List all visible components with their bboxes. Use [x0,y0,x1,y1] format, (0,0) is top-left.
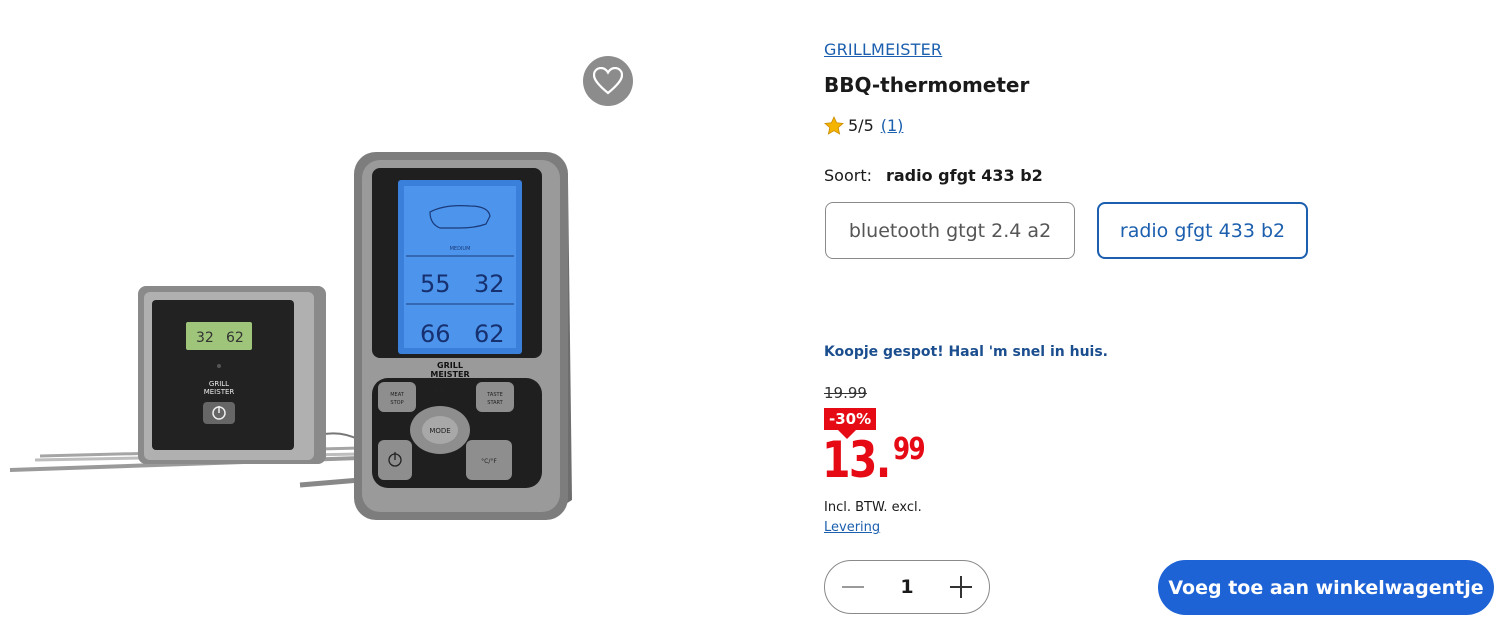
lcd-current-temp-2: 62 [474,320,505,348]
increase-quantity-button[interactable] [947,573,975,601]
btn-stop-label: STOP [390,400,403,406]
heart-outline-icon [593,67,623,95]
rating-value: 5/5 [848,116,874,135]
quantity-stepper: 1 [824,560,990,614]
star-icon [824,116,844,135]
quantity-value[interactable]: 1 [887,576,927,598]
remote-brand-1: GRILL [209,380,229,388]
btn-meat-label: MEAT [390,392,405,398]
favorite-button[interactable] [583,56,633,106]
price-main: 13. [822,431,891,489]
product-title: BBQ-thermometer [824,73,1030,97]
lcd-medium: MEDIUM [450,246,471,252]
decrease-quantity-button[interactable] [839,573,867,601]
btn-start-label: START [487,400,503,406]
minus-icon [842,586,864,588]
delivery-link[interactable]: Levering [824,520,880,535]
brand-link[interactable]: GRILLMEISTER [824,40,942,59]
device-brand-2: MEISTER [430,370,469,379]
remote-temp-1: 32 [196,330,214,346]
btn-taste-label: TASTE [486,392,502,398]
lcd-target-temp: 55 [420,270,451,298]
price-cents: 99 [892,432,926,467]
btn-cf-label: °C/°F [481,458,497,465]
variant-row: Soort: radio gfgt 433 b2 [824,166,1043,185]
promo-text: Koopje gespot! Haal 'm snel in huis. [824,344,1108,360]
product-image: 32 62 GRILL MEISTER MEDIUM 55 32 66 62 G… [0,152,660,540]
remote-brand-2: MEISTER [204,388,235,396]
product-image-area: 32 62 GRILL MEISTER MEDIUM 55 32 66 62 G… [0,0,660,640]
lcd-current-temp: 32 [474,270,505,298]
btn-mode-label: MODE [429,427,450,435]
discount-badge: -30% [824,408,877,430]
add-to-cart-button[interactable]: Voeg toe aan winkelwagentje [1158,560,1494,615]
rating: 5/5 (1) [824,116,903,135]
old-price: 19.99 [824,384,867,402]
btn-sec-label: SEC [434,465,446,472]
lcd-target-temp-2: 66 [420,320,451,348]
vat-text: Incl. BTW. excl. [824,500,922,515]
btn-min-label: MIN [434,387,445,394]
variant-option-bluetooth[interactable]: bluetooth gtgt 2.4 a2 [825,202,1075,259]
rating-count-link[interactable]: (1) [881,116,904,135]
device-brand-1: GRILL [437,361,463,370]
variant-selected-value: radio gfgt 433 b2 [885,166,1043,185]
remote-temp-2: 62 [226,330,244,346]
plus-icon [950,576,972,598]
variant-option-radio[interactable]: radio gfgt 433 b2 [1097,202,1308,259]
variant-label: Soort: [824,166,872,185]
current-price: 13. 99 [822,432,930,488]
